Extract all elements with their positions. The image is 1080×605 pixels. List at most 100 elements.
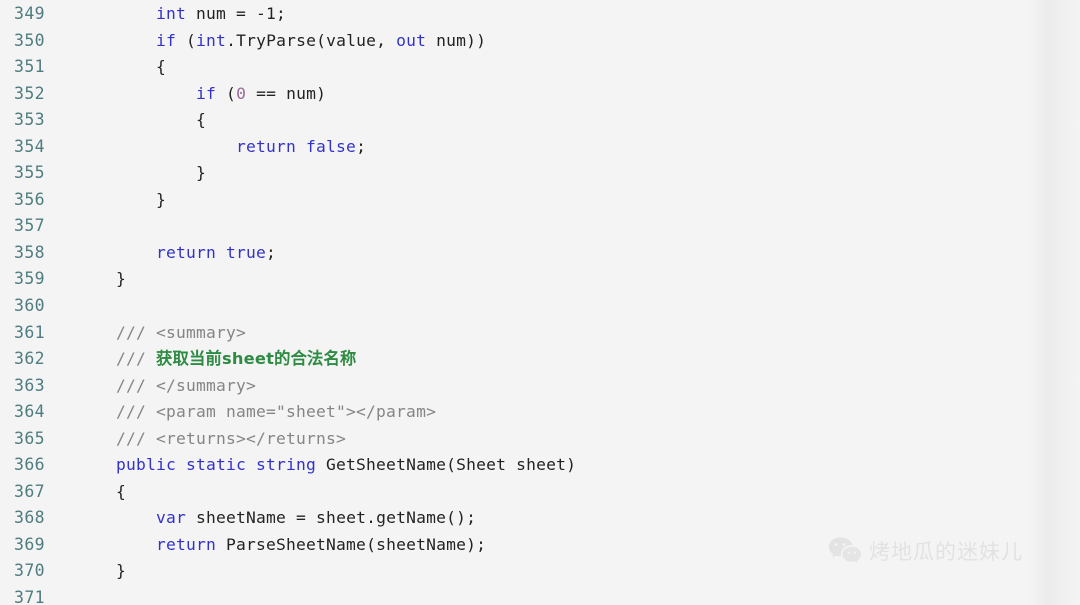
code-token: sheetName = sheet.getName();: [186, 508, 477, 528]
line-number: 370: [14, 561, 46, 581]
line-number: 363: [14, 375, 46, 395]
code-editor-content[interactable]: 349 int num = -1; 350 if (int.TryParse(va…: [0, 0, 1080, 605]
code-line[interactable]: 355 }: [0, 160, 1080, 187]
code-token: {: [116, 57, 167, 77]
code-line[interactable]: 360: [0, 293, 1080, 320]
code-line[interactable]: 365 /// <returns></returns>: [0, 426, 1080, 453]
code-token: num)): [426, 30, 487, 50]
code-token: /// <returns></returns>: [116, 428, 347, 448]
line-text[interactable]: }: [62, 558, 1080, 585]
line-number: 361: [14, 322, 46, 342]
code-token: {: [116, 110, 207, 130]
code-token: return true: [156, 242, 267, 262]
code-line[interactable]: 361 /// <summary>: [0, 320, 1080, 347]
code-token: {: [116, 481, 127, 501]
code-token: ///: [116, 349, 157, 369]
line-text[interactable]: /// 获取当前sheet的合法名称: [62, 346, 1080, 373]
line-number: 359: [14, 269, 46, 289]
line-text[interactable]: }: [62, 187, 1080, 214]
line-text[interactable]: if (int.TryParse(value, out num)): [62, 28, 1080, 55]
code-line[interactable]: 366 public static string GetSheetName(She…: [0, 452, 1080, 479]
code-line[interactable]: 369 return ParseSheetName(sheetName);: [0, 532, 1080, 559]
code-line[interactable]: 367 {: [0, 479, 1080, 506]
code-line[interactable]: 368 var sheetName = sheet.getName();: [0, 505, 1080, 532]
code-line[interactable]: 351 {: [0, 54, 1080, 81]
line-text[interactable]: return false;: [62, 134, 1080, 161]
line-number: 349: [14, 4, 46, 23]
line-number: 354: [14, 136, 46, 156]
code-token: int: [196, 30, 227, 50]
line-number: 369: [14, 534, 46, 554]
line-text[interactable]: /// <summary>: [62, 320, 1080, 347]
code-line[interactable]: 353 {: [0, 107, 1080, 134]
line-text[interactable]: return ParseSheetName(sheetName);: [62, 532, 1080, 559]
line-number: 364: [14, 402, 46, 422]
line-number: 357: [14, 216, 46, 236]
line-text[interactable]: public static string GetSheetName(Sheet …: [62, 452, 1080, 479]
code-line[interactable]: 359}: [0, 266, 1080, 293]
line-text[interactable]: }: [62, 160, 1080, 187]
code-token: return false: [236, 136, 357, 156]
code-token: var: [156, 508, 187, 528]
code-token: out: [396, 30, 427, 50]
code-line[interactable]: 354 return false;: [0, 134, 1080, 161]
line-text[interactable]: /// </summary>: [62, 373, 1080, 400]
code-token: if: [196, 83, 217, 103]
code-token: GetSheetName(Sheet sheet): [316, 455, 577, 475]
line-number: 360: [14, 296, 46, 316]
code-token: ;: [356, 136, 367, 156]
line-text[interactable]: {: [62, 107, 1080, 134]
code-token: /// <summary>: [116, 322, 247, 342]
code-line[interactable]: 356 }: [0, 187, 1080, 214]
code-line[interactable]: 370}: [0, 558, 1080, 585]
line-text[interactable]: return true;: [62, 240, 1080, 267]
code-token: }: [116, 561, 127, 581]
code-line[interactable]: 371: [0, 585, 1080, 605]
line-number: 355: [14, 163, 46, 183]
line-number: 367: [14, 481, 46, 501]
line-text[interactable]: var sheetName = sheet.getName();: [62, 505, 1080, 532]
line-text[interactable]: /// <param name="sheet"></param>: [62, 399, 1080, 426]
code-line[interactable]: 364 /// <param name="sheet"></param>: [0, 399, 1080, 426]
code-token: }: [116, 163, 207, 183]
line-text[interactable]: int num = -1;: [62, 1, 1080, 28]
line-number: 356: [14, 189, 46, 209]
code-token: public static string: [116, 455, 317, 475]
line-text[interactable]: if (0 == num): [62, 81, 1080, 108]
code-token: /// </summary>: [116, 375, 257, 395]
code-line[interactable]: 363 /// </summary>: [0, 373, 1080, 400]
code-line[interactable]: 350 if (int.TryParse(value, out num)): [0, 28, 1080, 55]
code-token: if: [156, 30, 177, 50]
code-line[interactable]: 357: [0, 213, 1080, 240]
code-line[interactable]: 362 /// 获取当前sheet的合法名称: [0, 346, 1080, 373]
code-line[interactable]: 349 int num = -1;: [0, 1, 1080, 28]
code-token: num = -1;: [186, 4, 287, 23]
line-number: 350: [14, 30, 46, 50]
code-token: (: [216, 83, 237, 103]
code-token: 获取当前sheet的合法名称: [156, 349, 357, 369]
line-text[interactable]: /// <returns></returns>: [62, 426, 1080, 453]
code-token: int: [156, 4, 187, 23]
line-text[interactable]: {: [62, 54, 1080, 81]
code-token: }: [116, 269, 127, 289]
line-number: 353: [14, 110, 46, 130]
code-token: (: [176, 30, 197, 50]
line-number: 351: [14, 57, 46, 77]
code-token: return: [156, 534, 217, 554]
line-text[interactable]: {: [62, 479, 1080, 506]
code-token: ;: [266, 242, 277, 262]
line-text[interactable]: }: [62, 266, 1080, 293]
code-screenshot: 349 int num = -1; 350 if (int.TryParse(va…: [0, 0, 1080, 605]
code-line[interactable]: 352 if (0 == num): [0, 81, 1080, 108]
code-token: ParseSheetName(sheetName);: [216, 534, 487, 554]
code-token: == num): [246, 83, 327, 103]
code-line[interactable]: 358 return true;: [0, 240, 1080, 267]
line-number: 352: [14, 83, 46, 103]
